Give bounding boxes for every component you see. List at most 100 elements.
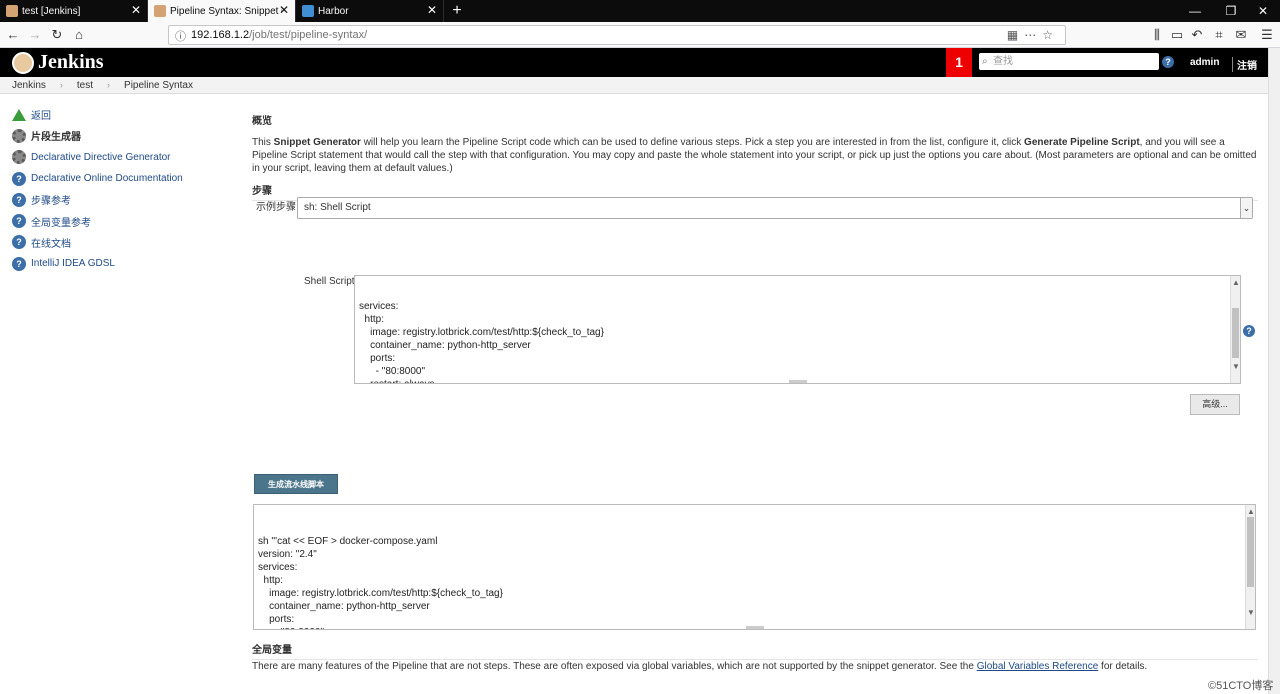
help-icon: ? [12, 256, 26, 271]
chat-icon[interactable]: ✉ [1232, 26, 1250, 44]
sidebar-item-global-variables[interactable]: ? 全局变量参考 [12, 210, 232, 231]
forward-icon[interactable]: → [26, 26, 44, 44]
jenkins-header: Jenkins 1 ⌕ 查找 ? admin 注销 [0, 48, 1280, 77]
help-icon[interactable]: ? [1162, 56, 1174, 68]
sidebar-item-snippet-generator[interactable]: 片段生成器 [12, 125, 232, 146]
breadcrumb-test[interactable]: test [77, 80, 93, 91]
tab-title: Harbor [318, 5, 349, 17]
browser-tab-0[interactable]: test [Jenkins] ✕ [0, 0, 148, 22]
up-arrow-icon [12, 108, 26, 121]
user-link[interactable]: admin [1190, 57, 1219, 68]
sample-step-label: 示例步骤 [256, 202, 296, 213]
library-icon[interactable]: ⫼ [1148, 26, 1166, 44]
notification-badge[interactable]: 1 [946, 48, 972, 77]
sidebar-item-label: 全局变量参考 [31, 217, 91, 229]
crop-icon[interactable]: ⌗ [1210, 26, 1228, 44]
scrollbar-thumb[interactable] [1232, 308, 1239, 358]
menu-icon[interactable]: ☰ [1258, 26, 1276, 44]
sidebar-item-back[interactable]: 返回 [12, 104, 232, 125]
generated-script-content: sh '''cat << EOF > docker-compose.yaml v… [258, 536, 503, 629]
desc-text: There are many features of the Pipeline … [252, 661, 977, 672]
watermark: ©51CTO博客 [1208, 680, 1274, 692]
close-tab-icon[interactable]: ✕ [427, 4, 437, 16]
help-icon: ? [12, 192, 26, 207]
shell-script-textarea[interactable]: services: http: image: registry.lotbrick… [354, 275, 1241, 384]
shell-script-label: Shell Script [304, 276, 355, 287]
url-host: 192.168.1.2 [191, 29, 250, 41]
url-bar[interactable]: ⓘ 192.168.1.2/job/test/pipeline-syntax/ … [168, 25, 1066, 45]
breadcrumb-separator-icon[interactable]: › [107, 80, 110, 90]
home-icon[interactable]: ⌂ [70, 26, 88, 44]
sample-step-select[interactable]: sh: Shell Script ⌄ [297, 197, 1253, 219]
sidebar-toggle-icon[interactable]: ▭ [1168, 26, 1186, 44]
overview-description: This Snippet Generator will help you lea… [252, 136, 1258, 175]
sidebar-item-label: 片段生成器 [31, 132, 81, 144]
scroll-down-icon[interactable]: ▼ [1246, 606, 1255, 619]
scroll-up-icon[interactable]: ▲ [1231, 276, 1240, 289]
breadcrumb: Jenkins › test › Pipeline Syntax [0, 77, 1268, 94]
harbor-favicon-icon [302, 5, 314, 17]
chevron-down-icon[interactable]: ⌄ [1240, 198, 1252, 218]
brand-name: Jenkins [38, 51, 104, 73]
desc-text: will help you learn the Pipeline Script … [360, 137, 1025, 148]
textarea-scrollbar[interactable]: ▲ ▼ [1230, 276, 1240, 383]
logout-link[interactable]: 注销 [1232, 57, 1257, 72]
help-icon: ? [12, 214, 26, 229]
reload-icon[interactable]: ↻ [48, 26, 66, 44]
page-actions-icon[interactable]: ▦⋯☆ [1007, 26, 1059, 44]
side-panel: 返回 片段生成器 Declarative Directive Generator… [12, 104, 232, 274]
search-placeholder: 查找 [993, 56, 1013, 67]
breadcrumb-jenkins[interactable]: Jenkins [12, 80, 46, 91]
close-tab-icon[interactable]: ✕ [131, 4, 141, 16]
tab-title: test [Jenkins] [22, 5, 81, 17]
minimize-icon[interactable]: — [1178, 0, 1212, 22]
generate-pipeline-script-button[interactable]: 生成流水线脚本 [254, 474, 338, 494]
jenkins-favicon-icon [6, 5, 18, 17]
tab-title: Pipeline Syntax: Snippet Gen [170, 5, 282, 17]
scrollbar-thumb[interactable] [1247, 517, 1254, 587]
undo-icon[interactable]: ↶ [1188, 26, 1206, 44]
resize-grip-icon[interactable] [745, 626, 764, 629]
browser-tab-bar: test [Jenkins] ✕ Pipeline Syntax: Snippe… [0, 0, 1280, 22]
sidebar-item-label: 在线文档 [31, 238, 71, 250]
scroll-down-icon[interactable]: ▼ [1231, 360, 1240, 373]
sidebar-item-label: Declarative Directive Generator [31, 151, 171, 163]
sidebar-item-online-docs[interactable]: ? 在线文档 [12, 232, 232, 253]
advanced-button[interactable]: 高级... [1190, 394, 1240, 415]
new-tab-button[interactable]: + [444, 0, 470, 22]
jenkins-logo[interactable]: Jenkins [12, 51, 104, 74]
sidebar-item-declarative-online-docs[interactable]: ? Declarative Online Documentation [12, 168, 232, 189]
browser-tab-1[interactable]: Pipeline Syntax: Snippet Gen ✕ [148, 0, 296, 22]
breadcrumb-separator-icon[interactable]: › [60, 80, 63, 90]
search-icon: ⌕ [982, 56, 988, 67]
sidebar-item-label: IntelliJ IDEA GDSL [31, 258, 115, 270]
desc-bold-snippet-generator: Snippet Generator [273, 137, 361, 148]
site-info-icon[interactable]: ⓘ [175, 28, 186, 46]
help-icon[interactable]: ? [1243, 325, 1255, 337]
resize-grip-icon[interactable] [788, 380, 807, 383]
gear-icon [12, 150, 26, 165]
desc-text: for details. [1098, 661, 1148, 672]
restore-icon[interactable]: ❐ [1214, 0, 1248, 22]
sidebar-item-intellij-gdsl[interactable]: ? IntelliJ IDEA GDSL [12, 253, 232, 274]
sidebar-item-declarative-directive-generator[interactable]: Declarative Directive Generator [12, 147, 232, 168]
jenkins-butler-icon [12, 51, 34, 74]
sidebar-item-step-reference[interactable]: ? 步骤参考 [12, 189, 232, 210]
generated-script-textarea[interactable]: sh '''cat << EOF > docker-compose.yaml v… [253, 504, 1256, 630]
global-variables-description: There are many features of the Pipeline … [252, 661, 1147, 672]
selected-step: sh: Shell Script [304, 202, 371, 213]
back-icon[interactable]: ← [4, 26, 22, 44]
global-variables-heading: 全局变量 [252, 641, 1258, 660]
breadcrumb-pipeline-syntax[interactable]: Pipeline Syntax [124, 80, 193, 91]
browser-navbar: ← → ↻ ⌂ ⓘ 192.168.1.2/job/test/pipeline-… [0, 22, 1280, 48]
shell-script-content: services: http: image: registry.lotbrick… [359, 301, 604, 383]
search-input[interactable]: ⌕ 查找 [979, 53, 1159, 70]
browser-tab-2[interactable]: Harbor ✕ [296, 0, 444, 22]
global-variables-reference-link[interactable]: Global Variables Reference [977, 661, 1099, 672]
jenkins-favicon-icon [154, 5, 166, 17]
close-tab-icon[interactable]: ✕ [279, 4, 289, 16]
desc-text: This [252, 137, 274, 148]
page-scrollbar[interactable] [1268, 48, 1280, 694]
textarea-scrollbar[interactable]: ▲ ▼ [1245, 505, 1255, 629]
window-close-icon[interactable]: ✕ [1246, 0, 1280, 22]
